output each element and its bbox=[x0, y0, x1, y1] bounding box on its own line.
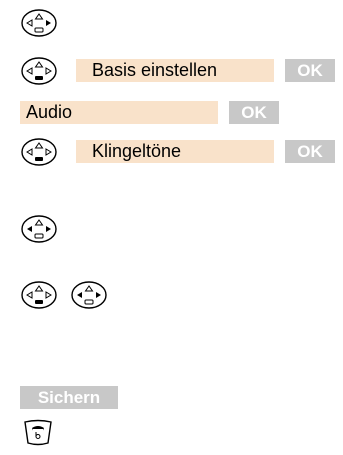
step-6-second bbox=[70, 280, 108, 310]
sichern-button[interactable]: Sichern bbox=[20, 386, 118, 409]
menu-item-audio[interactable]: Audio bbox=[20, 101, 218, 124]
menu-item-label: Klingeltöne bbox=[92, 141, 182, 161]
step-8 bbox=[22, 418, 54, 448]
ok-button[interactable]: OK bbox=[285, 59, 335, 82]
ok-label: OK bbox=[297, 61, 323, 80]
control-key-icon[interactable] bbox=[20, 8, 58, 38]
menu-item-label: Basis einstellen bbox=[92, 60, 218, 80]
ok-label: OK bbox=[241, 103, 267, 122]
ok-button[interactable]: OK bbox=[229, 101, 279, 124]
control-key-icon[interactable] bbox=[20, 137, 58, 167]
sichern-label: Sichern bbox=[37, 388, 101, 407]
menu-item-klingeltoene[interactable]: Klingeltöne bbox=[76, 140, 274, 163]
menu-item-label: Audio bbox=[26, 102, 73, 122]
control-key-icon[interactable] bbox=[70, 280, 108, 310]
step-5 bbox=[20, 214, 58, 244]
control-key-icon[interactable] bbox=[20, 214, 58, 244]
ok-label: OK bbox=[297, 142, 323, 161]
step-4 bbox=[20, 137, 58, 167]
step-6 bbox=[20, 280, 58, 310]
end-call-key-icon[interactable] bbox=[22, 418, 54, 448]
control-key-icon[interactable] bbox=[20, 280, 58, 310]
ok-button[interactable]: OK bbox=[285, 140, 335, 163]
control-key-icon[interactable] bbox=[20, 56, 58, 86]
step-2 bbox=[20, 56, 58, 86]
step-1 bbox=[20, 8, 58, 38]
menu-item-basis-einstellen[interactable]: Basis einstellen bbox=[76, 59, 274, 82]
